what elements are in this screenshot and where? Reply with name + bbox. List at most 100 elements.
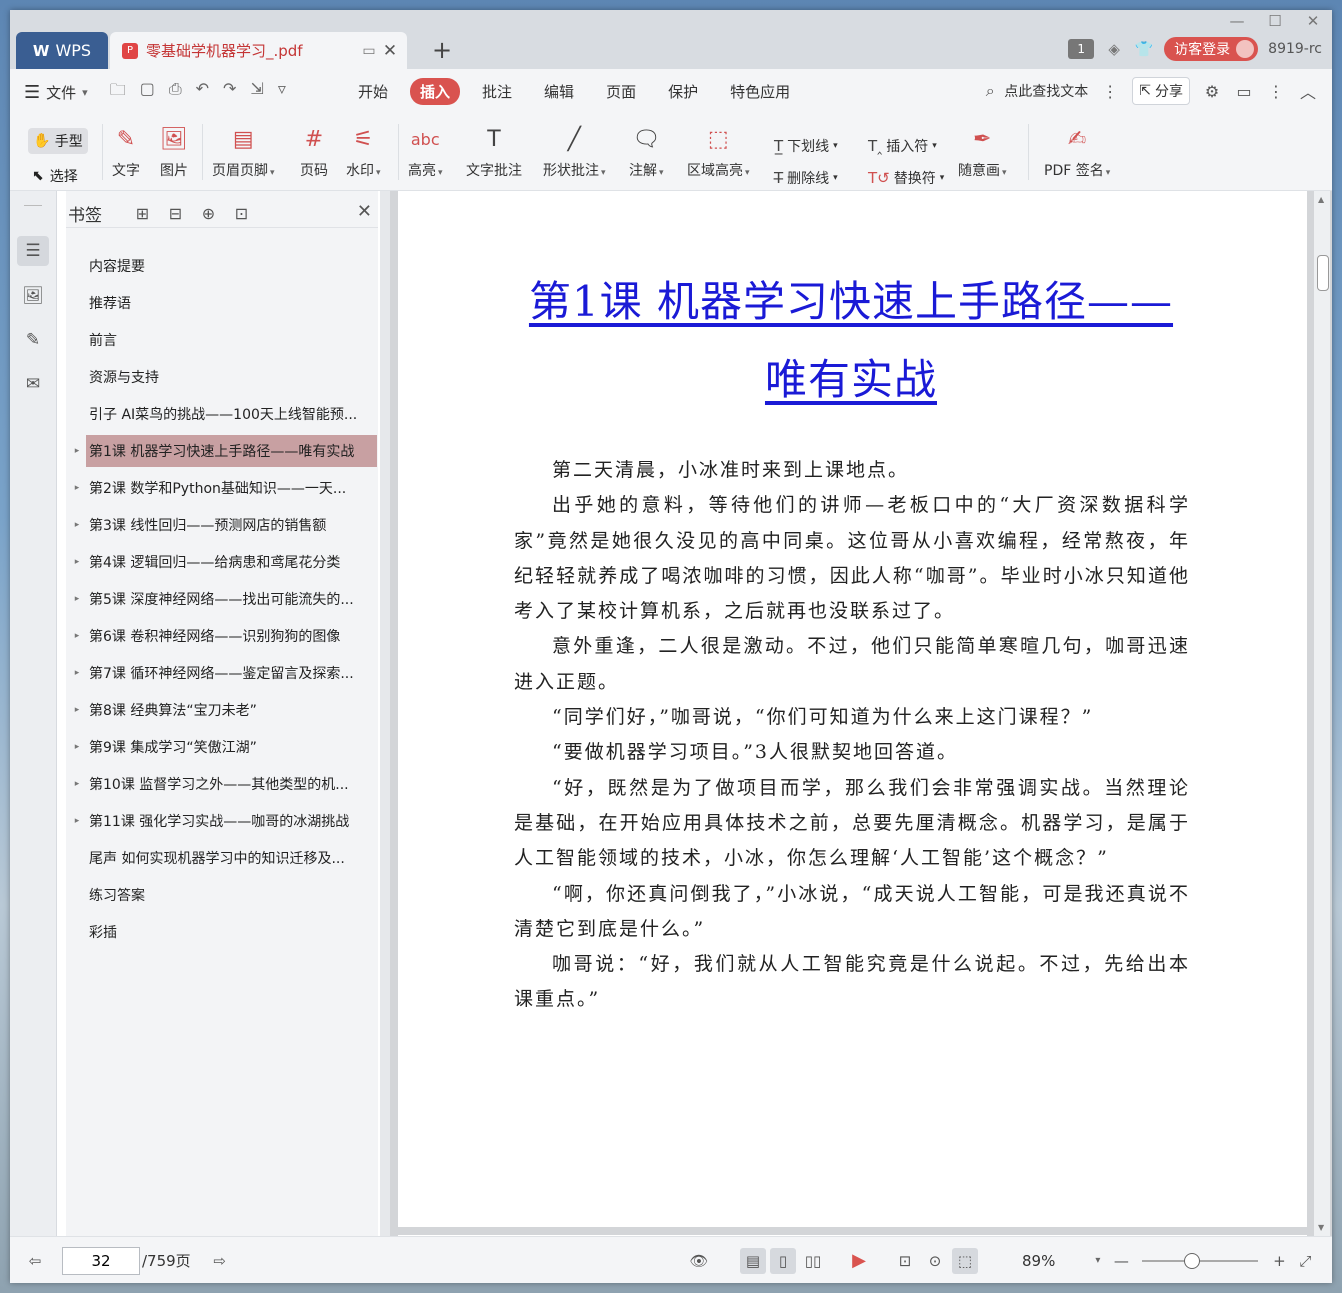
bookmark-item[interactable]: 资源与支持 (66, 358, 378, 395)
expand-arrow-icon[interactable]: ▸ (66, 779, 88, 789)
maximize-icon[interactable]: ☐ (1264, 12, 1286, 30)
insert-image-button[interactable]: 🖼 图片 (160, 122, 188, 180)
fit-width-icon[interactable]: ⬚ (952, 1247, 978, 1274)
bookmark-item[interactable]: 尾声 如何实现机器学习中的知识迁移及... (66, 839, 378, 876)
skin-icon[interactable]: ◈ (1104, 40, 1124, 58)
bookmark-item[interactable]: 引子 AI菜鸟的挑战——100天上线智能预... (66, 395, 378, 432)
document-view[interactable]: 第1课 机器学习快速上手路径—— 唯有实战 第二天清晨，小冰准时来到上课地点。 … (390, 191, 1332, 1245)
bookmark-item[interactable]: ▸ 第8课 经典算法“宝刀未老” (66, 691, 378, 728)
close-panel-icon[interactable]: ✕ (357, 201, 372, 222)
expand-arrow-icon[interactable]: ▸ (66, 594, 88, 604)
bookmark-item[interactable]: 前言 (66, 321, 378, 358)
insert-mark-button[interactable]: T‸ 插入符 ▾ (868, 136, 937, 156)
open-folder-icon[interactable]: 🗀 (110, 79, 126, 106)
window-count-badge[interactable]: 1 (1068, 39, 1095, 59)
note-button[interactable]: 🗨 注解 ▾ (629, 122, 664, 180)
bookmark-item[interactable]: ▸ 第11课 强化学习实战——咖哥的冰湖挑战 (66, 802, 378, 839)
tab-start[interactable]: 开始 (348, 78, 398, 105)
thumbnail-icon[interactable]: 🖼 (17, 281, 49, 311)
fit-page-icon[interactable]: ⊙ (922, 1248, 948, 1274)
share-button[interactable]: ⇱ 分享 (1132, 77, 1190, 105)
expand-arrow-icon[interactable]: ▸ (66, 705, 88, 715)
zoom-slider[interactable] (1142, 1252, 1259, 1269)
chevron-down-icon[interactable]: ▾ (82, 86, 88, 99)
collapse-ribbon-icon[interactable]: ︿ (1298, 79, 1318, 103)
tab-comment[interactable]: 批注 (472, 78, 522, 105)
add-bookmark-icon[interactable]: ⊕ (192, 204, 225, 223)
visitor-login-button[interactable]: 访客登录 (1164, 37, 1259, 61)
monitor-icon[interactable]: ▭ (359, 43, 379, 59)
pdf-sign-button[interactable]: ✍ PDF 签名 ▾ (1044, 122, 1110, 180)
zoom-slider-knob[interactable] (1184, 1252, 1201, 1269)
bookmark-item[interactable]: 练习答案 (66, 876, 378, 913)
vertical-scrollbar[interactable]: ▲ ▼ (1314, 191, 1330, 1236)
expand-all-icon[interactable]: ⊞ (126, 204, 159, 223)
zoom-level[interactable]: 89% (1022, 1252, 1055, 1270)
tab-edit[interactable]: 编辑 (534, 78, 584, 105)
gear-icon[interactable]: ⚙ (1202, 82, 1222, 101)
expand-arrow-icon[interactable]: ▸ (66, 520, 88, 530)
area-highlight-button[interactable]: ⬚ 区域高亮 ▾ (687, 122, 750, 180)
bookmark-item[interactable]: 彩插 (66, 913, 378, 950)
minimize-icon[interactable]: — (1226, 12, 1248, 30)
bookmark-item[interactable]: 推荐语 (66, 284, 378, 321)
strikethrough-button[interactable]: T̶ 删除线 ▾ (774, 168, 838, 188)
expand-arrow-icon[interactable]: ▸ (66, 483, 88, 493)
more-dropdown-icon[interactable]: ▿ (278, 79, 286, 106)
bookmark-item[interactable]: ▸ 第9课 集成学习“笑傲江湖” (66, 728, 378, 765)
bookmark-item[interactable]: ▸ 第6课 卷积神经网络——识别狗狗的图像 (66, 617, 378, 654)
print-icon[interactable]: ⎙ (169, 79, 182, 106)
expand-arrow-icon[interactable]: ▸ (66, 557, 88, 567)
tab-insert[interactable]: 插入 (410, 78, 461, 105)
eye-protect-icon[interactable]: 👁 (686, 1248, 712, 1274)
bookmark-item[interactable]: ▸ 第7课 循环神经网络——鉴定留言及探索... (66, 654, 378, 691)
panel-grip[interactable] (24, 205, 42, 206)
bookmark-item[interactable]: ▸ 第4课 逻辑回归——给病患和鸢尾花分类 (66, 543, 378, 580)
header-footer-button[interactable]: ▤ 页眉页脚 ▾ (212, 122, 275, 180)
bookmark-item-active[interactable]: ▸ 第1课 机器学习快速上手路径——唯有实战 (66, 432, 378, 469)
expand-arrow-icon[interactable]: ▸ (66, 668, 88, 678)
wps-home-tab[interactable]: W WPS (16, 32, 108, 69)
expand-arrow-icon[interactable]: ▸ (66, 816, 88, 826)
file-menu[interactable]: 文件 (46, 82, 76, 103)
bookmark-item[interactable]: 内容提要 (66, 247, 378, 284)
play-slideshow-icon[interactable]: ▶ (846, 1248, 872, 1274)
tab-protect[interactable]: 保护 (658, 78, 708, 105)
shape-annotation-button[interactable]: ╱ 形状批注 ▾ (543, 122, 606, 180)
save-icon[interactable]: ▢ (140, 79, 155, 106)
close-window-icon[interactable]: ✕ (1302, 12, 1324, 30)
more-vertical-icon[interactable]: ⋮ (1100, 82, 1120, 101)
expand-arrow-icon[interactable]: ▸ (66, 742, 88, 752)
scrollbar-thumb[interactable] (1317, 255, 1329, 291)
freehand-button[interactable]: ✒ 随意画 ▾ (958, 122, 1007, 180)
chapter-heading[interactable]: 第1课 机器学习快速上手路径—— 唯有实战 (508, 263, 1194, 419)
signature-panel-icon[interactable]: ✉ (17, 369, 49, 399)
continuous-page-icon[interactable]: ▤ (740, 1247, 766, 1274)
insert-text-button[interactable]: ✎ 文字 (112, 122, 140, 180)
text-annotation-button[interactable]: T 文字批注 (466, 122, 522, 180)
highlight-button[interactable]: abc 高亮 ▾ (408, 122, 443, 180)
fullscreen-icon[interactable]: ⤢ (1292, 1248, 1318, 1274)
zoom-dropdown-icon[interactable]: ▾ (1095, 1255, 1100, 1266)
actual-size-icon[interactable]: ⊡ (892, 1248, 918, 1274)
single-page-icon[interactable]: ▯ (770, 1247, 796, 1274)
select-tool-button[interactable]: ⬉ 选择 (32, 166, 78, 186)
scroll-down-icon[interactable]: ▼ (1318, 1223, 1324, 1232)
undo-icon[interactable]: ↶ (196, 79, 209, 106)
find-text-button[interactable]: ⌕ 点此查找文本 (980, 81, 1088, 101)
bookmark-item[interactable]: ▸ 第3课 线性回归——预测网店的销售额 (66, 506, 378, 543)
tshirt-icon[interactable]: 👕 (1134, 40, 1154, 58)
more-options-icon[interactable]: ⋮ (1266, 82, 1286, 101)
expand-arrow-icon[interactable]: ▸ (66, 446, 88, 456)
annotation-list-icon[interactable]: ✎ (17, 325, 49, 355)
document-tab[interactable]: P 零基础学机器学习_.pdf ▭ ✕ (110, 32, 407, 69)
bookmark-item[interactable]: ▸ 第10课 监督学习之外——其他类型的机... (66, 765, 378, 802)
scroll-up-icon[interactable]: ▲ (1318, 195, 1324, 204)
replace-mark-button[interactable]: T↺ 替换符 ▾ (868, 168, 944, 188)
redo-icon[interactable]: ↷ (223, 79, 236, 106)
watermark-button[interactable]: ⚟ 水印 ▾ (346, 122, 381, 180)
collapse-all-icon[interactable]: ⊟ (159, 204, 192, 223)
prev-page-icon[interactable]: ⇦ (22, 1248, 48, 1274)
zoom-out-icon[interactable]: — (1108, 1248, 1134, 1274)
chat-icon[interactable]: ▭ (1234, 82, 1254, 101)
